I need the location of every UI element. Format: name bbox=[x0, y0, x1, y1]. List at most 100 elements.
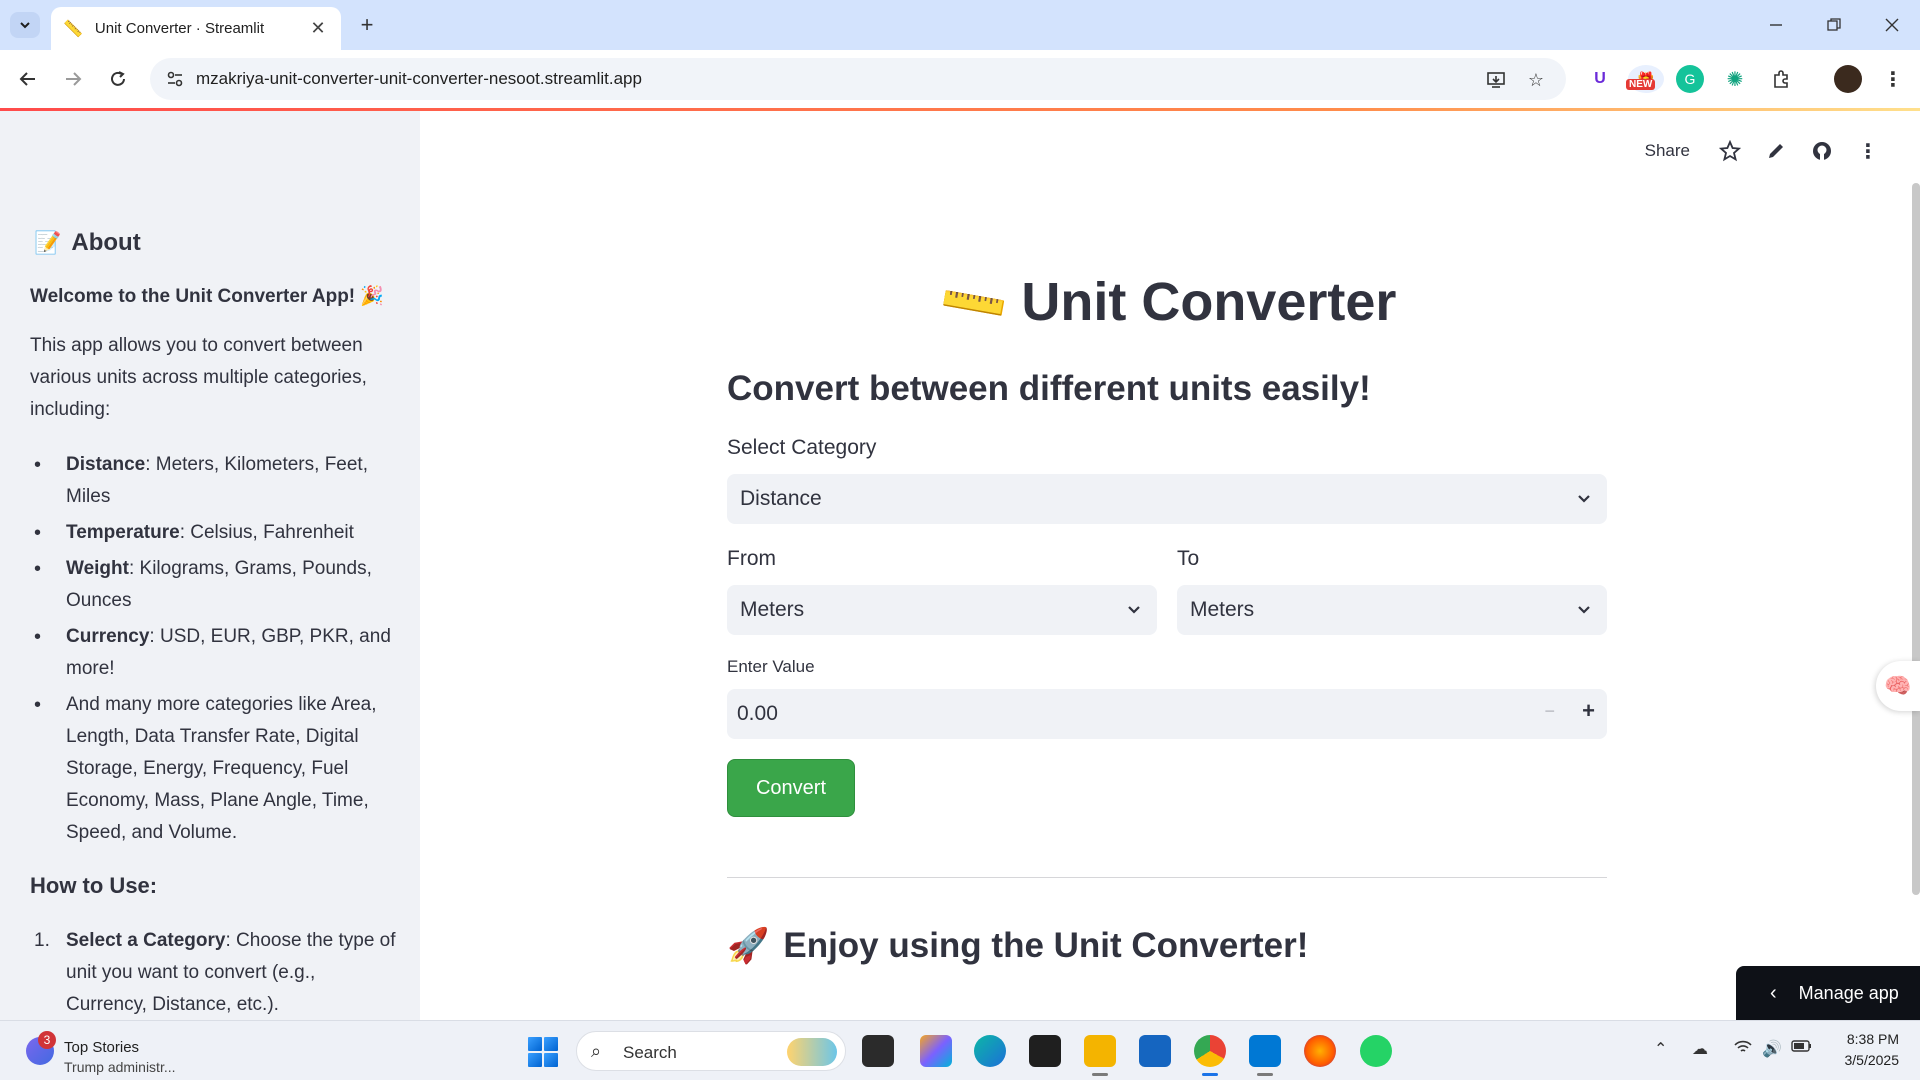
file-explorer-icon[interactable] bbox=[1084, 1035, 1116, 1067]
category-value: Distance bbox=[740, 487, 822, 510]
chevron-down-icon bbox=[1578, 495, 1590, 503]
chevron-down-icon bbox=[1128, 606, 1140, 614]
extensions-puzzle-icon[interactable] bbox=[1767, 65, 1795, 93]
close-icon bbox=[1885, 18, 1899, 32]
new-tab-button[interactable]: + bbox=[354, 12, 380, 38]
new-badge: NEW bbox=[1626, 79, 1656, 90]
whatsapp-icon[interactable] bbox=[1360, 1035, 1392, 1067]
vscode-icon[interactable] bbox=[1249, 1035, 1281, 1067]
category-list: Distance: Meters, Kilometers, Feet, Mile… bbox=[30, 449, 400, 853]
convert-button[interactable]: Convert bbox=[727, 759, 855, 817]
restore-button[interactable] bbox=[1814, 10, 1854, 40]
copilot-icon[interactable] bbox=[920, 1035, 952, 1067]
battery-icon[interactable] bbox=[1791, 1039, 1813, 1058]
grammarly-icon[interactable]: G bbox=[1676, 65, 1704, 93]
intro-paragraph: This app allows you to convert between v… bbox=[30, 335, 367, 420]
extension-u-icon[interactable]: U bbox=[1586, 65, 1614, 93]
back-button[interactable] bbox=[13, 64, 43, 94]
list-item: Weight: Kilograms, Grams, Pounds, Ounces bbox=[30, 553, 400, 617]
chevron-down-icon bbox=[1578, 606, 1590, 614]
howto-heading: How to Use: bbox=[30, 873, 158, 898]
clock-date[interactable]: 3/5/2025 bbox=[1821, 1052, 1900, 1068]
app-menu-icon[interactable]: ⋮ bbox=[1856, 139, 1880, 163]
search-placeholder: Search bbox=[623, 1043, 677, 1062]
list-item: Temperature: Celsius, Fahrenheit bbox=[30, 517, 400, 549]
volume-icon[interactable]: 🔊 bbox=[1762, 1039, 1782, 1059]
reload-icon bbox=[111, 71, 125, 86]
memo-icon: 📝 bbox=[34, 230, 62, 255]
chevron-up-icon[interactable]: ⌃ bbox=[1654, 1039, 1667, 1059]
close-window-button[interactable] bbox=[1872, 10, 1912, 40]
onedrive-icon[interactable]: ☁ bbox=[1692, 1039, 1708, 1059]
welcome-text: Welcome to the Unit Converter App! 🎉 bbox=[30, 286, 385, 307]
vscode-running-indicator bbox=[1257, 1073, 1273, 1076]
star-icon[interactable] bbox=[1718, 139, 1742, 163]
to-unit-select[interactable]: Meters bbox=[1177, 585, 1607, 635]
ruler-icon: 📏 bbox=[63, 20, 83, 38]
main-content: Share ⋮ 📏 Unit Converter Convert between … bbox=[420, 111, 1920, 1020]
taskbar: 3 Top Stories Trump administr... ⌕ Searc… bbox=[0, 1020, 1920, 1080]
task-view-icon[interactable] bbox=[862, 1035, 894, 1067]
github-icon[interactable] bbox=[1810, 139, 1834, 163]
file-explorer-running-indicator bbox=[1092, 1073, 1108, 1076]
search-highlight-image bbox=[787, 1038, 837, 1066]
site-info-icon[interactable] bbox=[166, 70, 184, 88]
profile-avatar[interactable] bbox=[1834, 65, 1862, 93]
about-heading: 📝 About bbox=[34, 229, 141, 257]
forward-button[interactable] bbox=[58, 64, 88, 94]
url-text: mzakriya-unit-converter-unit-converter-n… bbox=[196, 69, 642, 88]
address-bar[interactable]: mzakriya-unit-converter-unit-converter-n… bbox=[150, 58, 1566, 100]
minimize-button[interactable] bbox=[1756, 10, 1796, 40]
list-item: 1. Select a Category: Choose the type of … bbox=[34, 930, 396, 1015]
increment-button[interactable]: + bbox=[1582, 698, 1595, 724]
bookmark-star-icon[interactable]: ☆ bbox=[1524, 68, 1548, 92]
about-title: About bbox=[71, 229, 141, 256]
enjoy-heading: 🚀 Enjoy using the Unit Converter! bbox=[727, 926, 1309, 965]
page-title: 📏 Unit Converter bbox=[420, 265, 1920, 343]
share-button[interactable]: Share bbox=[1645, 141, 1690, 161]
chevron-left-icon: ‹ bbox=[1770, 981, 1777, 1004]
chrome-active-indicator bbox=[1202, 1073, 1218, 1076]
wifi-icon[interactable] bbox=[1733, 1039, 1753, 1060]
from-unit-value: Meters bbox=[740, 598, 805, 621]
tab-search-button[interactable] bbox=[10, 12, 40, 38]
category-label: Select Category bbox=[727, 436, 877, 459]
tab-title: Unit Converter · Streamlit bbox=[94, 20, 265, 37]
reload-button[interactable] bbox=[103, 64, 133, 94]
news-widget[interactable]: 3 Top Stories Trump administr... bbox=[22, 1031, 212, 1075]
clock-time[interactable]: 8:38 PM bbox=[1835, 1031, 1899, 1047]
manage-app-label: Manage app bbox=[1798, 982, 1899, 1003]
capcut-icon[interactable] bbox=[1029, 1035, 1061, 1067]
list-item: And many more categories like Area, Leng… bbox=[30, 689, 400, 849]
arrow-left-icon bbox=[19, 72, 35, 86]
edit-pencil-icon[interactable] bbox=[1764, 139, 1788, 163]
from-unit-select[interactable]: Meters bbox=[727, 585, 1157, 635]
value-input-text: 0.00 bbox=[737, 702, 778, 725]
browser-menu-icon[interactable]: ⋮ bbox=[1879, 65, 1907, 93]
news-subtitle: Trump administr... bbox=[64, 1059, 176, 1075]
extension-gift-icon[interactable]: 🎁 NEW bbox=[1626, 65, 1664, 93]
manage-app-button[interactable]: ‹ Manage app bbox=[1736, 966, 1920, 1020]
close-tab-icon[interactable]: ✕ bbox=[307, 18, 329, 39]
taskbar-search[interactable]: ⌕ Search bbox=[576, 1031, 846, 1071]
firefox-icon[interactable] bbox=[1304, 1035, 1336, 1067]
value-input[interactable]: 0.00 − + bbox=[727, 689, 1607, 739]
steps-list: 1. Select a Category: Choose the type of … bbox=[30, 925, 400, 1020]
category-select[interactable]: Distance bbox=[727, 474, 1607, 524]
chatgpt-icon[interactable]: ✺ bbox=[1721, 65, 1749, 93]
ms-store-icon[interactable] bbox=[1139, 1035, 1171, 1067]
arrow-right-icon bbox=[66, 72, 82, 86]
windows-start-icon[interactable] bbox=[528, 1037, 558, 1067]
page-subtitle: Convert between different units easily! bbox=[727, 369, 1371, 408]
ai-assistant-icon[interactable]: 🧠 bbox=[1876, 661, 1920, 711]
from-label: From bbox=[727, 547, 776, 570]
install-app-icon[interactable] bbox=[1484, 68, 1508, 92]
news-title: Top Stories bbox=[64, 1039, 140, 1056]
news-badge: 3 bbox=[38, 1031, 56, 1049]
to-unit-value: Meters bbox=[1190, 598, 1255, 621]
browser-tab[interactable]: 📏 Unit Converter · Streamlit ✕ bbox=[51, 7, 341, 50]
decrement-button[interactable]: − bbox=[1544, 701, 1555, 722]
edge-icon[interactable] bbox=[974, 1035, 1006, 1067]
sidebar: 📝 About Welcome to the Unit Converter Ap… bbox=[0, 111, 420, 1020]
chrome-icon[interactable] bbox=[1194, 1035, 1226, 1067]
